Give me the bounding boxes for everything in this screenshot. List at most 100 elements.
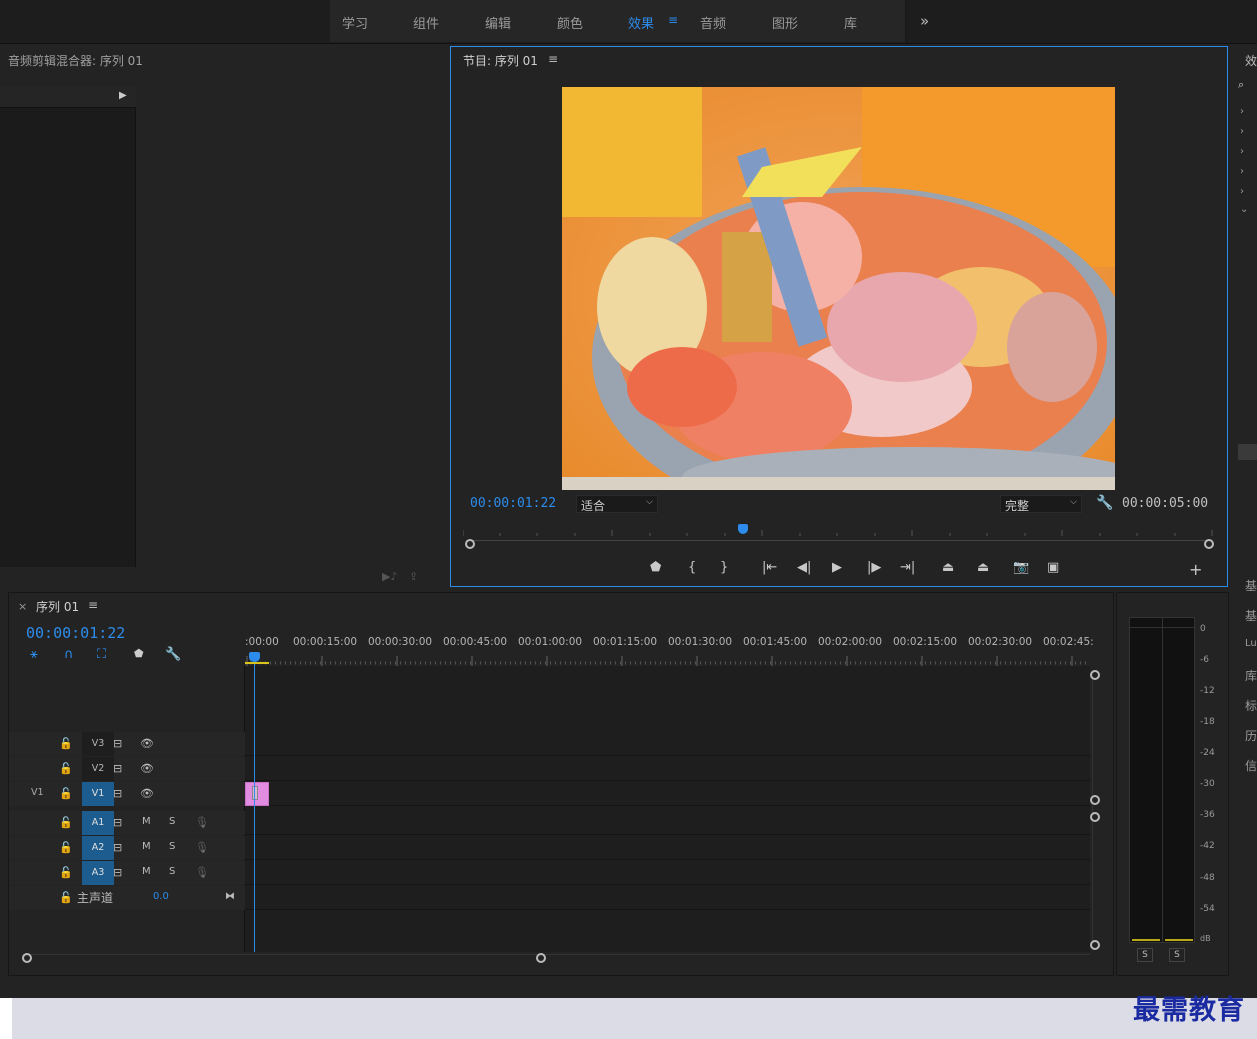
wrench-icon[interactable]: 🔧 [165, 647, 181, 662]
scroll-handle[interactable] [1090, 795, 1100, 805]
chevron-right-icon[interactable]: › [1240, 166, 1244, 177]
add-button[interactable]: + [1189, 560, 1202, 579]
export-icon[interactable]: ⇪ [409, 570, 418, 583]
step-forward-button[interactable]: |▶ [867, 560, 881, 575]
meter-solo-left-button[interactable]: S [1137, 948, 1153, 962]
timeline-timecode[interactable]: 00:00:01:22 [26, 624, 125, 642]
track-target-a2[interactable]: A2 [82, 836, 114, 860]
metronome-icon[interactable]: ▶♪ [382, 570, 397, 583]
playback-resolution-select[interactable]: 完整 ⌵ [1000, 495, 1082, 513]
track-target-a1[interactable]: A1 [82, 811, 114, 835]
program-monitor-title[interactable]: 节目: 序列 01 [463, 52, 538, 69]
program-video-frame[interactable] [562, 87, 1115, 490]
chevron-right-icon[interactable]: › [1240, 126, 1244, 137]
more-workspaces-icon[interactable]: » [920, 12, 929, 30]
scroll-handle[interactable] [1090, 940, 1100, 950]
mute-button[interactable]: M [142, 866, 151, 877]
track-target-a3[interactable]: A3 [82, 861, 114, 885]
add-marker-button[interactable]: ⬟ [650, 560, 661, 575]
meter-solo-right-button[interactable]: S [1169, 948, 1185, 962]
lock-icon[interactable]: 🔓 [59, 737, 73, 750]
tab-effects[interactable]: 效果 [628, 13, 654, 32]
program-current-timecode[interactable]: 00:00:01:22 [470, 496, 556, 511]
program-zoom-bar[interactable] [466, 540, 1211, 546]
tab-graphics[interactable]: 图形 [772, 13, 798, 32]
sync-lock-icon[interactable]: ⊟ [113, 737, 122, 750]
sync-lock-icon[interactable]: ⊟ [113, 762, 122, 775]
program-playhead[interactable] [738, 524, 748, 534]
linked-selection-icon[interactable]: ⛶ [97, 647, 106, 662]
sync-lock-icon[interactable]: ⊟ [113, 841, 122, 854]
timeline-title[interactable]: 序列 01 [36, 598, 79, 615]
mark-in-button[interactable]: { [688, 560, 696, 575]
work-area-bar[interactable] [245, 662, 269, 664]
sync-lock-icon[interactable]: ⊟ [113, 866, 122, 879]
effects-panel-title[interactable]: 效 [1245, 52, 1257, 69]
extract-button[interactable]: ⏏ [977, 560, 989, 575]
lock-icon[interactable]: 🔓 [59, 762, 73, 775]
lock-icon[interactable]: 🔓 [59, 891, 73, 904]
lift-button[interactable]: ⏏ [942, 560, 954, 575]
chevron-right-icon[interactable]: › [1240, 186, 1244, 197]
workspace-menu-icon[interactable]: ≡ [668, 13, 678, 27]
zoom-scroll-left-handle[interactable] [22, 953, 32, 963]
comparison-view-button[interactable]: ▣ [1047, 560, 1059, 575]
solo-button[interactable]: S [169, 816, 175, 827]
master-volume-value[interactable]: 0.0 [153, 891, 169, 902]
eye-icon[interactable]: 👁 [140, 787, 154, 800]
panel-tab-markers[interactable]: 标 [1245, 697, 1257, 714]
mute-button[interactable]: M [142, 816, 151, 827]
eye-icon[interactable]: 👁 [140, 762, 154, 775]
chevron-right-icon[interactable]: › [1240, 106, 1244, 117]
panel-tab-libraries[interactable]: 库 [1245, 667, 1257, 684]
chevron-down-icon[interactable]: ⌄ [1240, 204, 1248, 215]
scroll-handle[interactable] [1090, 812, 1100, 822]
zoom-select[interactable]: 适合 ⌵ [576, 495, 658, 513]
zoom-bar-left-handle[interactable] [465, 539, 475, 549]
go-to-in-button[interactable]: |⇤ [762, 560, 777, 575]
chevron-right-icon[interactable]: › [1240, 146, 1244, 157]
track-target-v2[interactable]: V2 [82, 757, 114, 781]
close-icon[interactable]: × [18, 600, 27, 613]
panel-menu-icon[interactable]: ≡ [548, 52, 558, 66]
go-to-out-button[interactable]: ⇥| [900, 560, 915, 575]
solo-button[interactable]: S [169, 866, 175, 877]
panel-tab-basic-2[interactable]: 基 [1245, 607, 1257, 624]
camera-icon[interactable]: 📷 [1013, 560, 1029, 575]
lock-icon[interactable]: 🔓 [59, 787, 73, 800]
vertical-scrollbar[interactable] [1092, 670, 1098, 950]
eye-icon[interactable]: 👁 [140, 737, 154, 750]
track-target-v1[interactable]: V1 [82, 782, 114, 806]
program-time-ruler[interactable] [463, 524, 1213, 536]
panel-menu-icon[interactable]: ≡ [88, 598, 98, 612]
track-target-v3[interactable]: V3 [82, 732, 114, 756]
tab-libraries[interactable]: 库 [844, 13, 857, 32]
microphone-icon[interactable]: 🎙 [195, 841, 209, 854]
microphone-icon[interactable]: 🎙 [195, 816, 209, 829]
tab-color[interactable]: 颜色 [557, 13, 583, 32]
mute-button[interactable]: M [142, 841, 151, 852]
scroll-handle[interactable] [1090, 670, 1100, 680]
solo-button[interactable]: S [169, 841, 175, 852]
step-back-button[interactable]: ◀| [797, 560, 811, 575]
lock-icon[interactable]: 🔓 [59, 866, 73, 879]
tab-assembly[interactable]: 组件 [413, 13, 439, 32]
chevron-right-icon[interactable]: ▶ [119, 90, 127, 101]
snap-magnet-icon[interactable]: ∩ [64, 647, 74, 662]
source-patch-v1[interactable]: V1 [31, 787, 44, 798]
timeline-playhead[interactable] [249, 652, 260, 662]
selected-effect-row[interactable] [1238, 444, 1257, 460]
zoom-bar-right-handle[interactable] [1204, 539, 1214, 549]
mark-out-button[interactable]: } [720, 560, 728, 575]
horizontal-scrollbar[interactable] [22, 954, 1090, 962]
sync-lock-icon[interactable]: ⊟ [113, 816, 122, 829]
panel-tab-history[interactable]: 历 [1245, 727, 1257, 744]
microphone-icon[interactable]: 🎙 [195, 866, 209, 879]
lock-icon[interactable]: 🔓 [59, 841, 73, 854]
search-icon[interactable]: ⌕ [1238, 78, 1244, 92]
tab-editing[interactable]: 编辑 [485, 13, 511, 32]
go-to-next-keyframe-icon[interactable]: ⧓ [225, 891, 235, 902]
add-marker-icon[interactable]: ⬟ [134, 647, 144, 660]
mixer-title[interactable]: 音频剪辑混合器: 序列 01 [8, 52, 143, 69]
wrench-icon[interactable]: 🔧 [1096, 495, 1113, 511]
